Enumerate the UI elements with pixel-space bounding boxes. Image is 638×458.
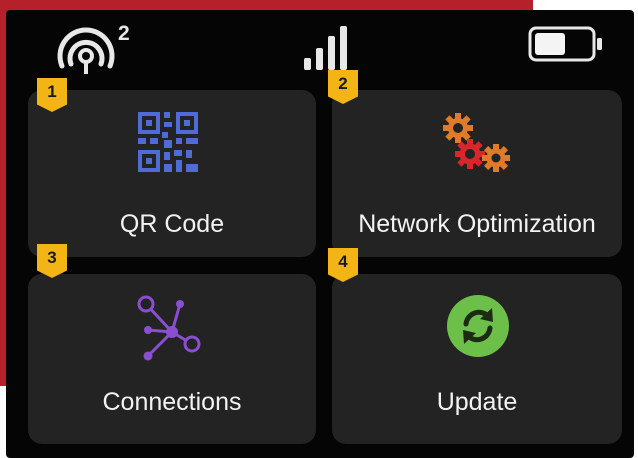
connections-label: Connections	[102, 388, 242, 416]
network-nodes-icon	[137, 295, 201, 361]
refresh-icon	[447, 295, 509, 357]
battery-icon	[528, 26, 602, 62]
signal-bar	[304, 58, 311, 70]
wifi-connected-count: 2	[118, 22, 130, 45]
qr-code-icon	[138, 112, 198, 172]
signal-bar	[328, 36, 335, 70]
update-tile[interactable]: Update	[332, 274, 622, 444]
signal-strength-icon	[304, 26, 347, 70]
network-optimization-label: Network Optimization	[358, 210, 596, 238]
battery-fill	[535, 33, 565, 55]
wifi-hotspot-icon	[57, 27, 115, 74]
gears-icon	[443, 113, 510, 172]
signal-bar	[340, 26, 347, 70]
signal-bar	[316, 48, 323, 70]
tile-number-badge: 3	[37, 244, 67, 278]
network-optimization-tile[interactable]: Network Optimization	[332, 90, 622, 257]
qr-code-label: QR Code	[119, 210, 225, 238]
qr-code-tile[interactable]: QR Code	[28, 90, 316, 257]
update-label: Update	[436, 388, 518, 416]
connections-tile[interactable]: Connections	[28, 274, 316, 444]
device-screen: 2 QR Code Network Optimization Connectio…	[6, 10, 634, 458]
